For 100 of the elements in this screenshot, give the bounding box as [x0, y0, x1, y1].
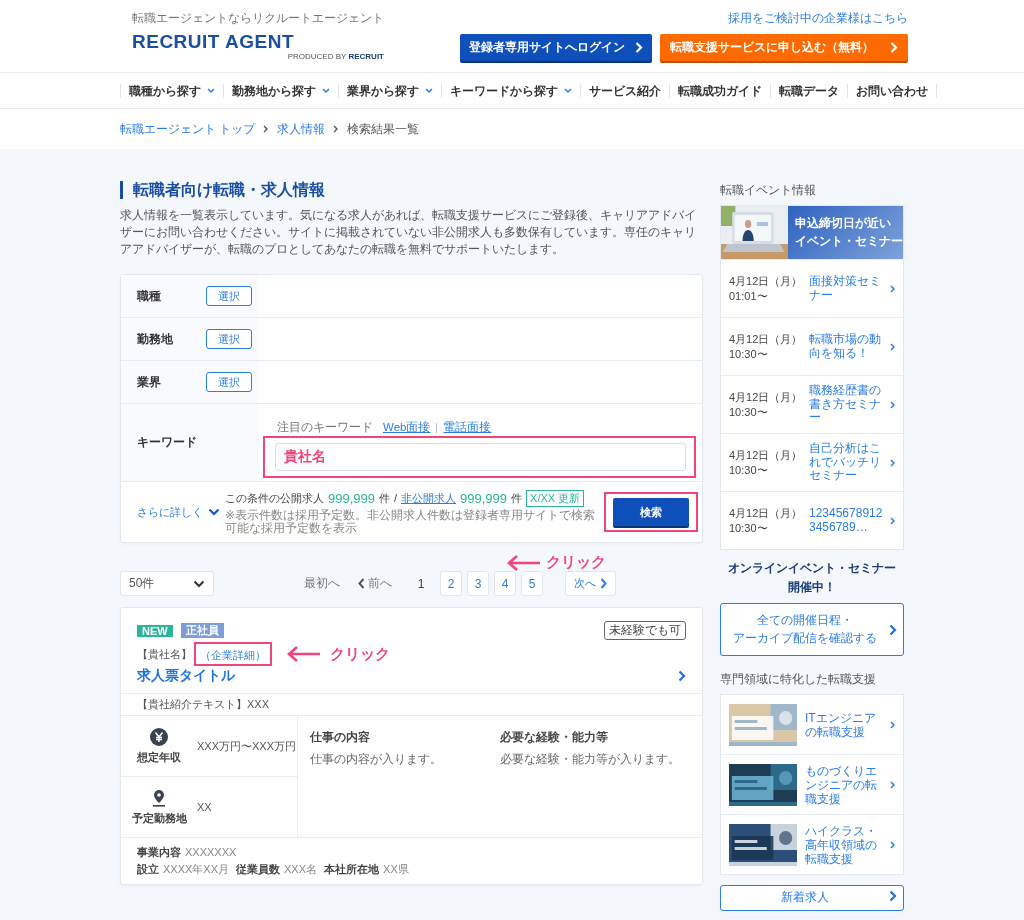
detail-label: 従業員数 — [236, 862, 281, 877]
search-button[interactable]: 検索 — [613, 498, 689, 526]
company-intro: 【貴社紹介テキスト】XXX — [121, 693, 702, 716]
logo-credit: PRODUCED BY RECRUIT — [287, 52, 384, 61]
detail-value: XXXXXXX — [185, 846, 237, 858]
logo[interactable]: RECRUIT AGENT — [132, 32, 384, 52]
page-number[interactable]: 2 — [440, 571, 462, 596]
field-label: 業界 — [137, 374, 162, 390]
chevron-icon — [635, 42, 643, 53]
page-number[interactable]: 3 — [467, 571, 489, 596]
company-detail-link[interactable]: （企業詳細） — [200, 649, 266, 661]
count-value: 999,999 — [460, 490, 508, 506]
select-button[interactable]: 選択 — [206, 372, 252, 392]
location-label: 予定勤務地 — [131, 810, 187, 826]
count-unit: 件 — [379, 490, 390, 506]
specialty-link[interactable]: ものづくりエンジニアの転職支援 — [805, 763, 882, 806]
nav-item[interactable]: サービス紹介 — [580, 83, 669, 98]
breadcrumb-link[interactable]: 転職エージェント トップ — [120, 120, 256, 138]
chevron-down-icon — [193, 579, 205, 588]
salary-value: XXX万円〜XXX万円 — [197, 738, 297, 754]
all-events-button[interactable]: 全ての開催日程・ アーカイブ配信を確認する — [720, 603, 904, 656]
specialty-link[interactable]: ITエンジニアの転職支援 — [805, 710, 882, 739]
chevron-icon — [890, 400, 895, 409]
chevron-icon — [333, 125, 340, 133]
field-label: 勤務地 — [137, 331, 174, 347]
event-item[interactable]: 4月12日（月） 01:01〜 面接対策セミナー — [721, 259, 903, 317]
job-tag: 正社員 — [180, 623, 224, 638]
detail-value: XXX名 — [284, 862, 318, 877]
chevron-icon — [890, 42, 898, 53]
detail-value: XX県 — [383, 862, 409, 877]
keyword-hint: 注目のキーワード — [277, 420, 373, 435]
nav-item[interactable]: 転職成功ガイド — [669, 83, 770, 98]
chevron-icon — [678, 670, 686, 682]
job-title[interactable]: 求人票タイトル — [137, 667, 235, 685]
count-value: 999,999 — [328, 490, 375, 506]
intro-text: 求人情報を一覧表示しています。気になる求人があれば、転職支援サービスにご登録後、キャリアアドバイザーにお問い合わせください。サイトに掲載されていない非公開求人も多数保有しています。専任のキャリアアドバイザーが、転職のプロとしてあなたの転職を無料でサポートいたします。 — [120, 207, 697, 258]
count-unit: 件 — [511, 490, 523, 506]
section-text: 仕事の内容が入ります。 — [310, 751, 443, 768]
chevron-icon — [889, 623, 897, 636]
private-jobs-link[interactable]: 非公開求人 — [401, 490, 457, 506]
section-text: 必要な経験・能力等が入ります。 — [500, 751, 681, 768]
more-options-link[interactable]: さらに詳しく — [121, 504, 225, 520]
section-heading: 専門領域に特化した転職支援 — [720, 672, 877, 687]
nav-item[interactable]: キーワードから探す — [441, 83, 580, 98]
chevron-icon — [890, 720, 895, 729]
separator: / — [394, 492, 398, 504]
nav-item[interactable]: 職種から探す — [120, 83, 223, 98]
chevron-icon — [263, 125, 270, 133]
keyword-link[interactable]: Web面接 — [383, 420, 431, 435]
update-tag: X/XX 更新 — [526, 489, 585, 507]
nav-item[interactable]: 業界から探す — [338, 83, 441, 98]
chevron-down-icon — [208, 508, 220, 516]
event-item[interactable]: 4月12日（月） 10:30〜 123456789123456789… — [721, 491, 903, 549]
job-tag: NEW — [137, 624, 173, 637]
count-note: ※表示件数は採用予定数。非公開求人件数は登録者専用サイトで検索可能な採用予定数を表示 — [225, 508, 597, 535]
per-page-select[interactable]: 50件 — [120, 571, 214, 596]
company-name: 【貴社名】 — [137, 646, 192, 662]
chevron-icon — [890, 284, 895, 293]
field-label: キーワード — [137, 435, 198, 450]
chevron-icon — [600, 578, 607, 589]
arrow-icon — [506, 553, 542, 572]
chevron-icon — [889, 890, 897, 902]
chevron-icon — [890, 780, 895, 789]
page-number[interactable]: 4 — [494, 571, 516, 596]
chevron-left-icon — [358, 578, 365, 589]
current-page-label: 検索結果一覧 — [347, 120, 420, 138]
specialty-link[interactable]: ハイクラス・高年収領域の転職支援 — [805, 823, 882, 866]
login-button[interactable]: 登録者専用サイトへログイン — [460, 34, 652, 61]
section-heading: 必要な経験・能力等 — [500, 730, 609, 745]
location-pin-icon — [152, 788, 166, 807]
chevron-icon — [890, 516, 895, 525]
field-label: 職種 — [137, 288, 162, 304]
previous-page-link[interactable]: 前へ — [358, 576, 392, 591]
nav-item[interactable]: お問い合わせ — [847, 83, 937, 98]
event-item[interactable]: 4月12日（月） 10:30〜 転職市場の動向を知る！ — [721, 317, 903, 375]
yen-icon — [150, 727, 168, 746]
select-button[interactable]: 選択 — [206, 286, 252, 306]
first-page-link[interactable]: 最初へ — [304, 576, 340, 591]
corporate-link[interactable]: 採用をご検討中の企業様はこちら — [728, 11, 908, 26]
page-number[interactable]: 1 — [410, 571, 432, 596]
banner-title[interactable]: 申込締切日が近い イベント・セミナー — [788, 206, 903, 259]
nav-item[interactable]: 転職データ — [770, 83, 847, 98]
select-button[interactable]: 選択 — [206, 329, 252, 349]
online-event-note: オンラインイベント・セミナー 開催中！ — [727, 560, 897, 596]
location-value: XX — [197, 801, 212, 813]
detail-value: XXXX年XX月 — [163, 862, 230, 877]
count-label: この条件の公開求人 — [225, 490, 324, 506]
next-page-button[interactable]: 次へ — [565, 571, 616, 596]
apply-button[interactable]: 転職支援サービスに申し込む（無料） — [660, 34, 908, 61]
keyword-link[interactable]: 電話面接 — [443, 420, 492, 435]
breadcrumb-link[interactable]: 求人情報 — [277, 120, 326, 138]
chevron-icon — [890, 458, 895, 467]
page-title: 転職者向け転職・求人情報 — [120, 181, 703, 199]
new-jobs-button[interactable]: 新着求人 — [720, 885, 904, 911]
annotation-label: クリック — [330, 644, 390, 664]
section-heading: 転職イベント情報 — [720, 183, 817, 198]
page-number[interactable]: 5 — [521, 571, 543, 596]
keyword-field[interactable]: 貴社名 — [275, 443, 686, 471]
nav-item[interactable]: 勤務地から探す — [223, 83, 338, 98]
chevron-icon — [890, 342, 895, 351]
